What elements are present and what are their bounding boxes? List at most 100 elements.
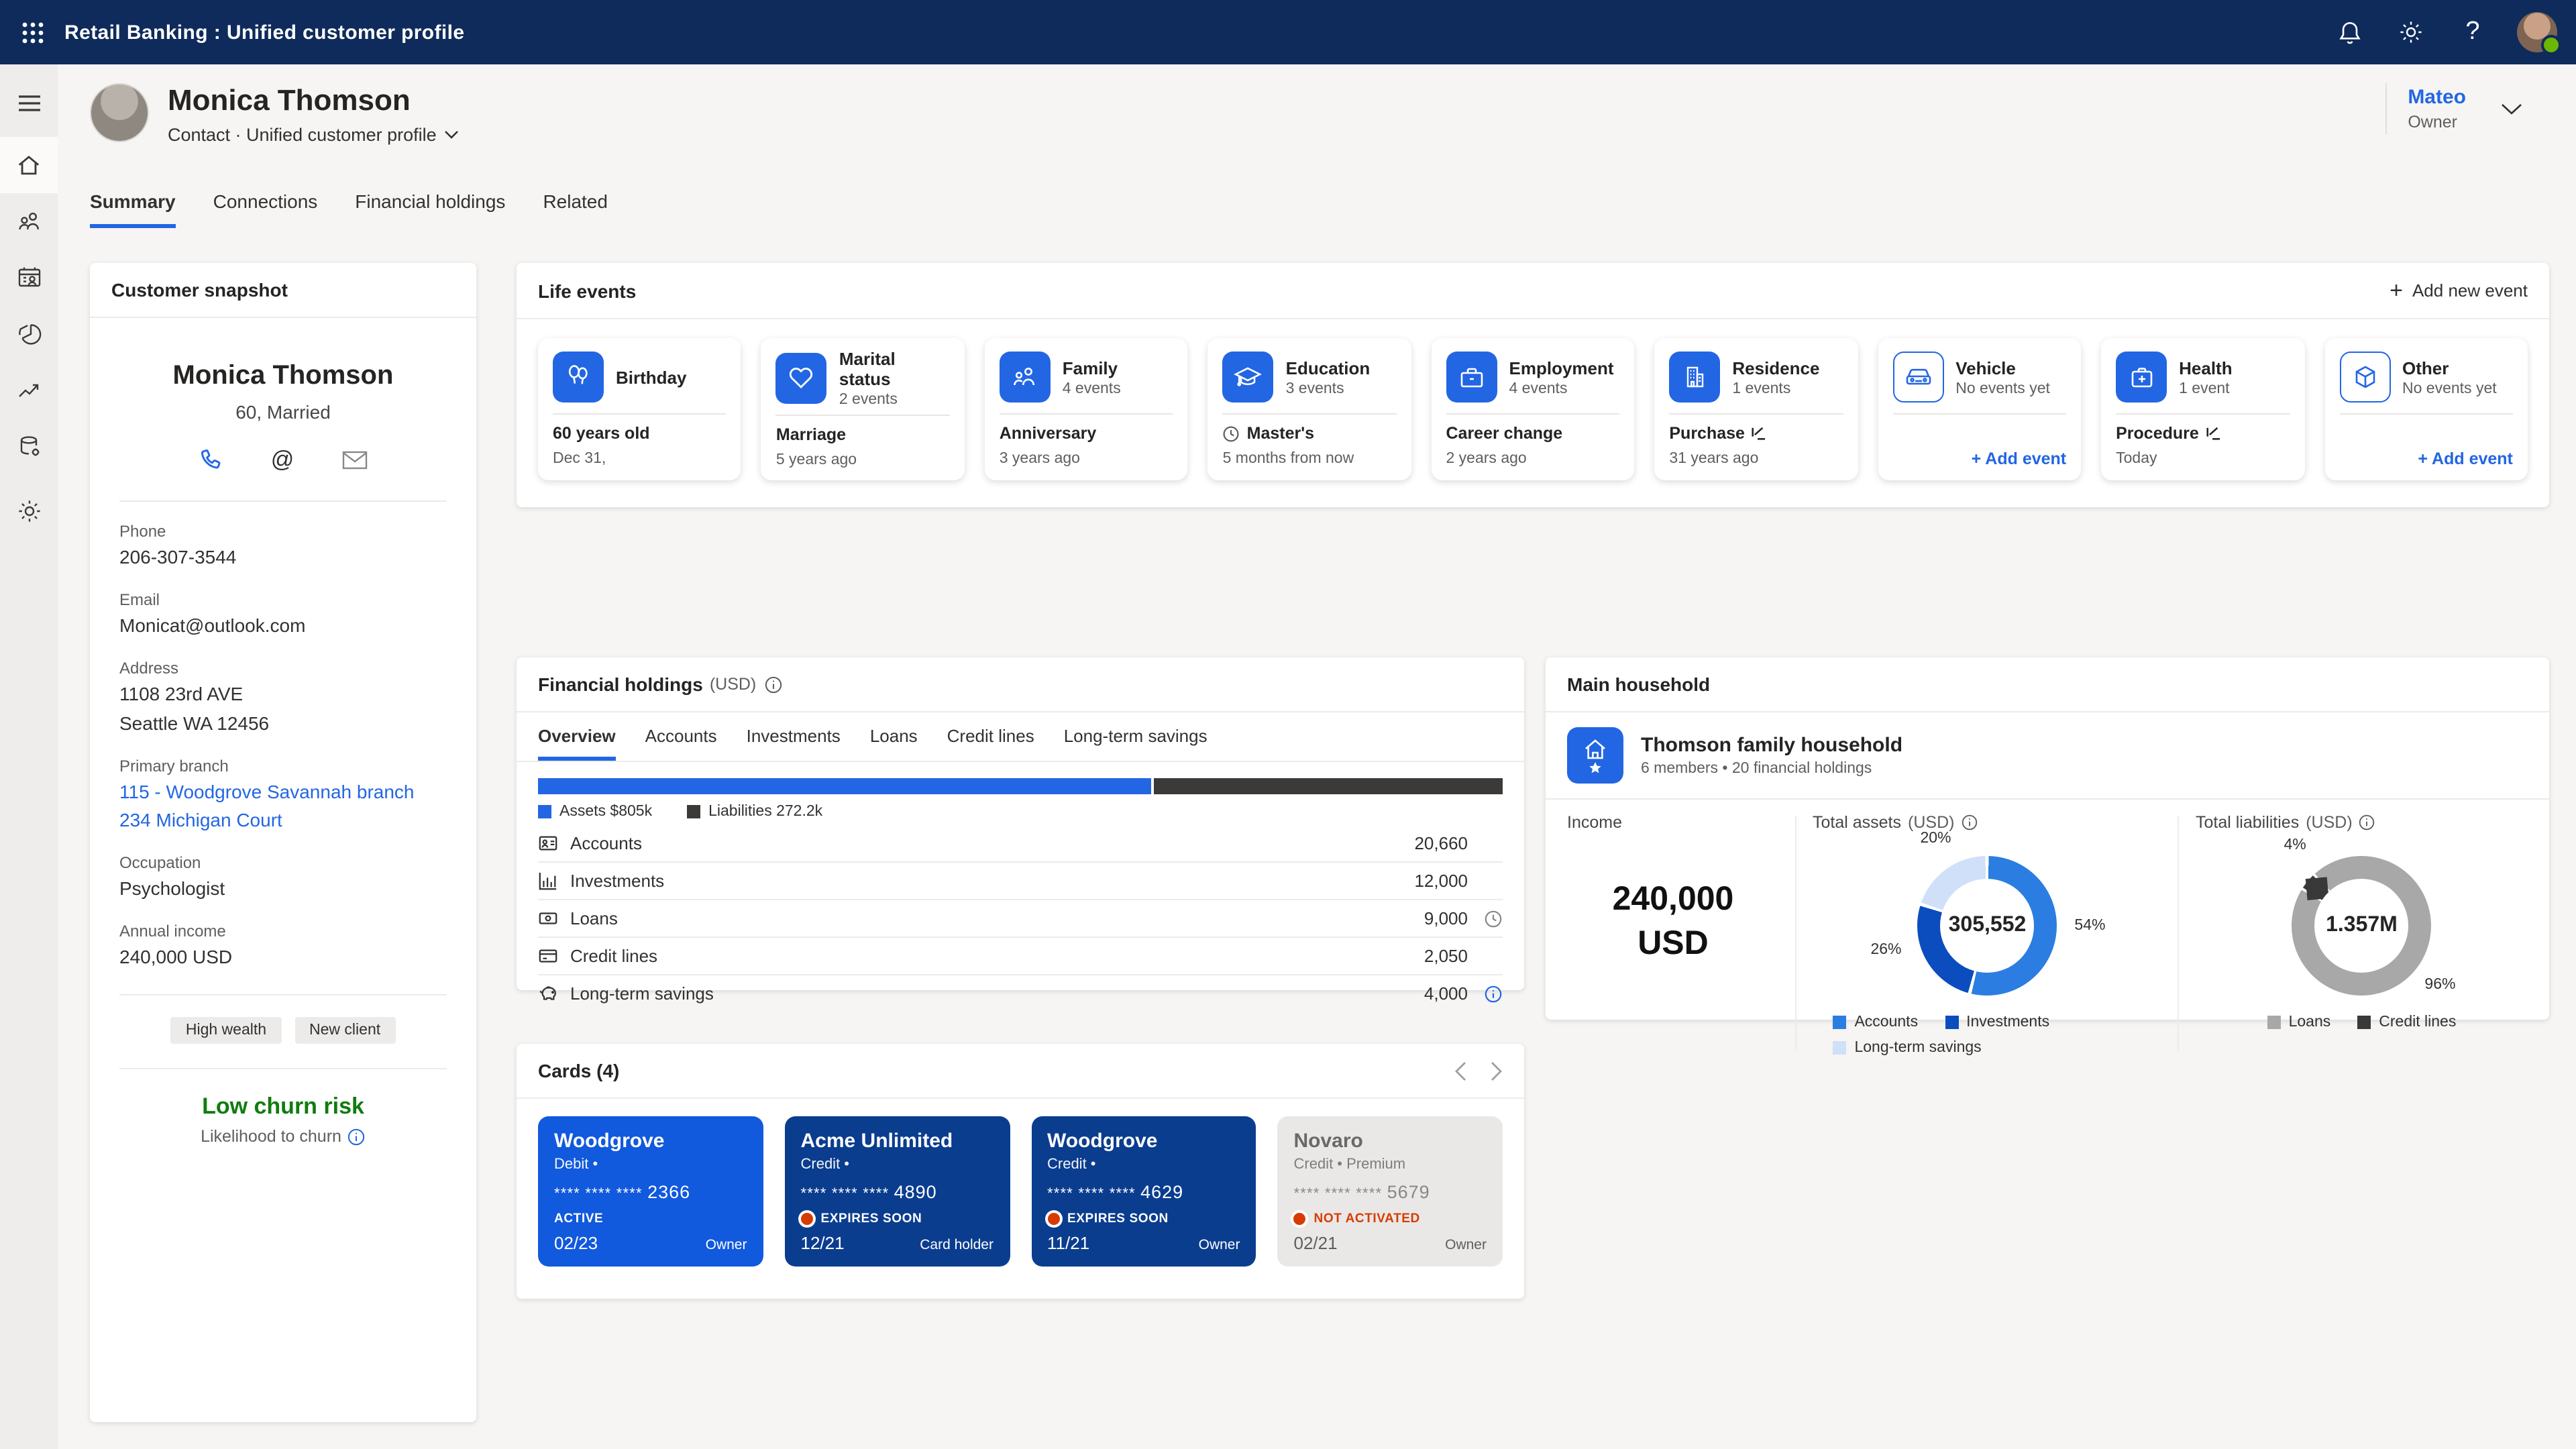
life-event-card-family[interactable]: Family 4 events Anniversary 3 years ago (985, 338, 1188, 480)
loans-pending-clock-icon[interactable] (1484, 909, 1503, 928)
heart-icon (776, 352, 827, 403)
fh-tab-credit-lines[interactable]: Credit lines (947, 726, 1034, 761)
payment-card-acme-unlimited[interactable]: Acme Unlimited Credit • **** **** **** 4… (785, 1116, 1010, 1267)
primary-branch-label: Primary branch (119, 756, 447, 775)
nav-data-settings-icon[interactable] (0, 419, 58, 475)
nav-settings-gear-icon[interactable] (0, 483, 58, 539)
add-event-link-other[interactable]: + Add event (2418, 449, 2512, 468)
accounts-icon (538, 833, 570, 853)
owner-link[interactable]: Mateo (2408, 86, 2466, 109)
add-event-link-vehicle[interactable]: + Add event (1972, 449, 2066, 468)
phone-label: Phone (119, 522, 447, 541)
fh-row-accounts[interactable]: Accounts 20,660 (538, 825, 1503, 863)
fh-row-credit-lines[interactable]: Credit lines 2,050 (538, 938, 1503, 975)
left-nav-rail (0, 64, 58, 1449)
nav-pie-chart-icon[interactable] (0, 306, 58, 362)
record-type-label: Contact · Unified customer profile (168, 125, 437, 145)
occupation-label: Occupation (119, 854, 447, 873)
loans-icon (538, 908, 570, 928)
fh-tab-investments[interactable]: Investments (747, 726, 841, 761)
life-event-card-health[interactable]: Health 1 event Procedure Today (2101, 338, 2304, 480)
status-dot-icon (1294, 1213, 1306, 1225)
cards-scroll-right-icon[interactable] (1491, 1061, 1503, 1081)
owner-chevron-down-icon[interactable] (2501, 103, 2522, 115)
payment-card-novaro[interactable]: Novaro Credit • Premium **** **** **** 5… (1278, 1116, 1503, 1267)
investments-icon (538, 871, 570, 891)
payment-card-woodgrove-debit[interactable]: Woodgrove Debit • **** **** **** 2366 AC… (538, 1116, 763, 1267)
settings-gear-icon[interactable] (2383, 0, 2439, 64)
contact-header: Monica Thomson Contact · Unified custome… (90, 83, 460, 145)
primary-branch-link[interactable]: 115 - Woodgrove Savannah branch (119, 779, 447, 804)
liabilities-pct-loans: 96% (2424, 977, 2455, 993)
email-at-icon[interactable]: @ (271, 447, 294, 474)
address-label: Address (119, 659, 447, 678)
life-event-card-other[interactable]: Other No events yet + Add event (2324, 338, 2528, 480)
nav-home-icon[interactable] (0, 137, 58, 193)
contact-avatar (90, 83, 149, 142)
call-phone-icon[interactable] (199, 448, 223, 472)
form-selector-chevron-icon[interactable] (445, 130, 460, 140)
churn-info-icon[interactable] (348, 1128, 366, 1145)
residence-building-icon (1669, 352, 1720, 402)
life-event-card-employment[interactable]: Employment 4 events Career change 2 year… (1432, 338, 1635, 480)
liabilities-bar-segment (1155, 778, 1503, 794)
churn-caption: Likelihood to churn (201, 1127, 341, 1146)
briefcase-icon (1446, 352, 1497, 402)
record-tabs: Summary Connections Financial holdings R… (90, 191, 608, 228)
app-launcher-waffle-icon[interactable] (0, 0, 64, 64)
add-new-event-button[interactable]: + Add new event (2390, 279, 2528, 302)
card-expiry: 02/23 (554, 1233, 598, 1253)
life-moment-icon (1752, 426, 1766, 441)
mail-envelope-icon[interactable] (342, 451, 368, 470)
address-value-line1: 1108 23rd AVE (119, 682, 447, 707)
card-expiry: 11/21 (1047, 1233, 1089, 1253)
life-event-card-marital-status[interactable]: Marital status 2 events Marriage 5 years… (761, 338, 965, 480)
nav-contacts-icon[interactable] (0, 193, 58, 250)
household-income-value: 240,000 (1613, 877, 1734, 921)
help-icon[interactable]: ? (2445, 0, 2501, 64)
fh-row-investments[interactable]: Investments 12,000 (538, 863, 1503, 900)
assets-pct-savings: 20% (1920, 830, 1951, 847)
tab-financial-holdings[interactable]: Financial holdings (355, 191, 505, 228)
fh-tab-loans[interactable]: Loans (870, 726, 918, 761)
snapshot-contact-name: Monica Thomson (119, 361, 447, 392)
life-event-card-vehicle[interactable]: Vehicle No events yet + Add event (1878, 338, 2081, 480)
nav-appointments-icon[interactable] (0, 250, 58, 306)
tab-summary[interactable]: Summary (90, 191, 176, 228)
customer-snapshot-panel: Customer snapshot Monica Thomson 60, Mar… (90, 263, 476, 1422)
financial-holdings-info-icon[interactable] (764, 676, 782, 693)
fh-tab-long-term-savings[interactable]: Long-term savings (1064, 726, 1208, 761)
fh-row-loans[interactable]: Loans 9,000 (538, 900, 1503, 938)
total-liabilities-info-icon[interactable] (2359, 814, 2375, 830)
tag-high-wealth: High wealth (171, 1017, 281, 1044)
branch-address-link[interactable]: 234 Michigan Court (119, 808, 447, 834)
fh-tab-overview[interactable]: Overview (538, 726, 616, 761)
card-status-text: NOT ACTIVATED (1314, 1212, 1420, 1226)
life-event-card-birthday[interactable]: Birthday 60 years old Dec 31, (538, 338, 741, 480)
assets-legend-label: Assets $805k (559, 804, 652, 820)
life-events-title: Life events (538, 280, 636, 301)
life-event-card-residence[interactable]: Residence 1 events Purchase 31 ye (1654, 338, 1858, 480)
fh-row-long-term-savings[interactable]: Long-term savings 4,000 (538, 975, 1503, 1012)
total-assets-info-icon[interactable] (1961, 814, 1977, 830)
tab-related[interactable]: Related (543, 191, 608, 228)
total-liabilities-value: 1.357M (2326, 914, 2398, 938)
user-avatar[interactable] (2517, 12, 2557, 52)
household-record[interactable]: Thomson family household 6 members • 20 … (1546, 712, 2549, 800)
household-name[interactable]: Thomson family household (1641, 734, 1902, 757)
card-role: Owner (706, 1237, 747, 1253)
other-cube-icon (2339, 352, 2390, 402)
notifications-bell-icon[interactable] (2321, 0, 2377, 64)
nav-hamburger-icon[interactable] (0, 75, 58, 131)
nav-analytics-icon[interactable] (0, 362, 58, 419)
fh-tab-accounts[interactable]: Accounts (645, 726, 717, 761)
payment-card-woodgrove-credit[interactable]: Woodgrove Credit • **** **** **** 4629 E… (1031, 1116, 1256, 1267)
savings-info-icon[interactable] (1484, 984, 1503, 1003)
assets-bar-segment (538, 778, 1152, 794)
total-assets-donut-chart: 305,552 20% 54% 26% (1917, 856, 2057, 996)
email-label: Email (119, 590, 447, 609)
cards-scroll-left-icon[interactable] (1454, 1061, 1466, 1081)
life-event-card-education[interactable]: Education 3 events Master's 5 mon (1208, 338, 1411, 480)
phone-value: 206-307-3544 (119, 545, 447, 570)
tab-connections[interactable]: Connections (213, 191, 318, 228)
